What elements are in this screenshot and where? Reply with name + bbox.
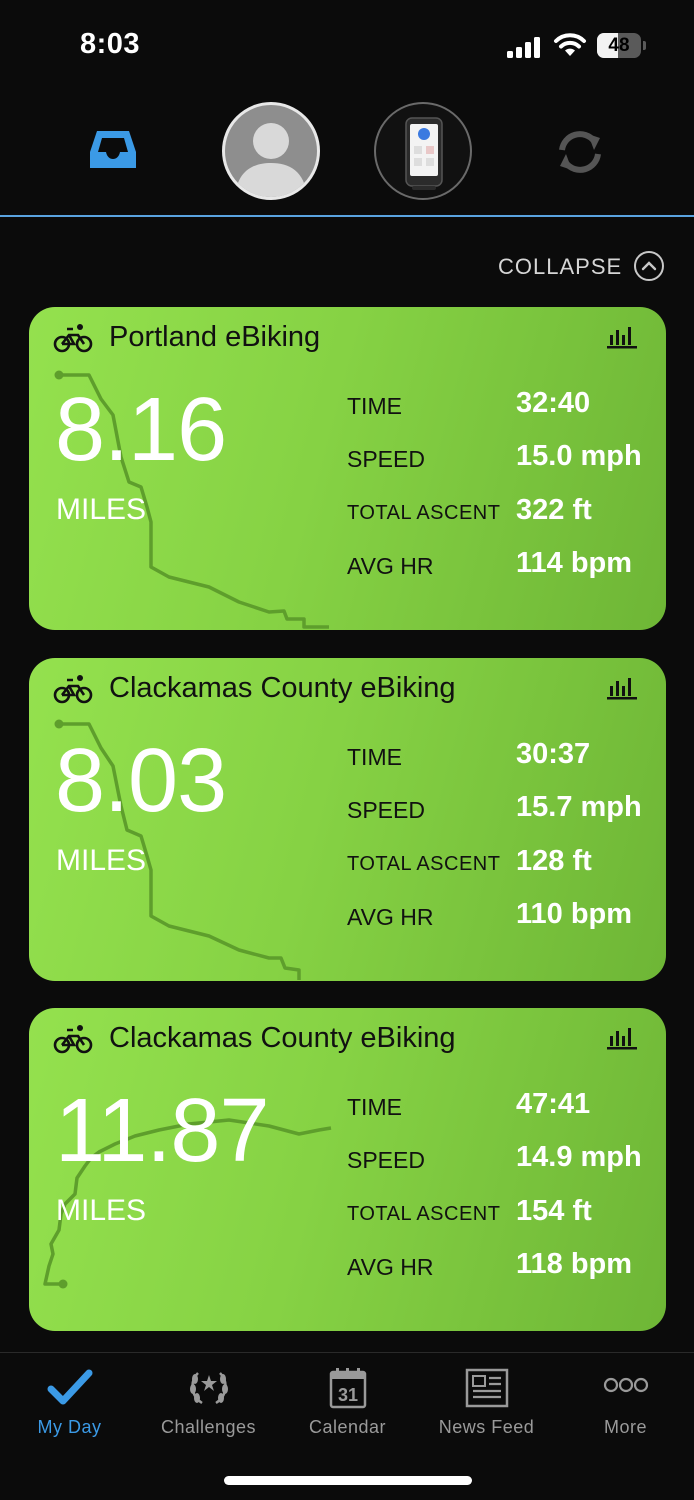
collapse-button[interactable]: COLLAPSE — [498, 250, 664, 284]
distance-unit: MILES — [56, 493, 147, 526]
home-indicator — [224, 1476, 472, 1485]
avg-hr-value: 110 bpm — [516, 898, 633, 930]
total-ascent-label: TOTAL ASCENT — [347, 502, 501, 524]
activity-card[interactable]: Portland eBiking 8.16 MILES TIME 32:40 S… — [29, 307, 666, 630]
checkmark-icon — [47, 1369, 92, 1405]
distance-value: 8.03 — [55, 731, 227, 831]
inbox-icon[interactable] — [88, 128, 138, 172]
bar-chart-icon[interactable] — [607, 1026, 637, 1050]
activity-card[interactable]: Clackamas County eBiking 11.87 MILES TIM… — [29, 1008, 666, 1331]
time-value: 30:37 — [516, 738, 591, 770]
tab-label: News Feed — [438, 1417, 535, 1437]
total-ascent-label: TOTAL ASCENT — [347, 1203, 501, 1225]
total-ascent-value: 322 ft — [516, 494, 592, 526]
bike-computer-icon — [405, 117, 443, 190]
tab-my-day[interactable]: My Day — [0, 1353, 139, 1453]
time-label: TIME — [347, 744, 402, 770]
distance-value: 8.16 — [55, 380, 227, 480]
battery-percent: 48 — [608, 35, 630, 56]
collapse-label: COLLAPSE — [498, 254, 623, 279]
tab-challenges[interactable]: Challenges — [139, 1353, 278, 1453]
bicycle-icon — [53, 1025, 93, 1054]
battery-icon: 48 — [597, 33, 647, 58]
avg-hr-value: 114 bpm — [516, 547, 633, 579]
activity-title: Clackamas County eBiking — [109, 1022, 456, 1054]
speed-value: 15.0 mph — [516, 440, 642, 472]
activity-title: Portland eBiking — [109, 321, 321, 353]
bicycle-icon — [53, 675, 93, 704]
calendar-icon: 31 — [329, 1368, 366, 1409]
status-time: 8:03 — [80, 28, 141, 60]
total-ascent-value: 154 ft — [516, 1195, 592, 1227]
speed-label: SPEED — [347, 1147, 425, 1173]
tab-news-feed[interactable]: News Feed — [417, 1353, 556, 1453]
activity-card[interactable]: Clackamas County eBiking 8.03 MILES TIME… — [29, 658, 666, 981]
speed-value: 14.9 mph — [516, 1141, 642, 1173]
more-dots-icon — [603, 1377, 648, 1393]
device-button[interactable] — [374, 102, 472, 200]
speed-value: 15.7 mph — [516, 791, 642, 823]
avg-hr-label: AVG HR — [347, 553, 434, 579]
distance-value: 11.87 — [55, 1081, 270, 1181]
newspaper-icon — [465, 1368, 508, 1408]
sync-icon[interactable] — [554, 128, 606, 176]
tab-label: My Day — [37, 1417, 102, 1437]
profile-avatar[interactable] — [222, 102, 320, 200]
bar-chart-icon[interactable] — [607, 676, 637, 700]
tab-more[interactable]: More — [556, 1353, 694, 1453]
avg-hr-label: AVG HR — [347, 1254, 434, 1280]
avg-hr-label: AVG HR — [347, 904, 434, 930]
time-value: 47:41 — [516, 1088, 591, 1120]
person-silhouette-icon — [235, 123, 307, 197]
time-label: TIME — [347, 1094, 402, 1120]
tab-label: More — [603, 1417, 647, 1437]
svg-text:31: 31 — [337, 1385, 357, 1405]
chevron-up-icon — [634, 251, 664, 281]
wifi-icon — [554, 33, 586, 56]
tab-label: Calendar — [308, 1417, 387, 1437]
avg-hr-value: 118 bpm — [516, 1248, 633, 1280]
time-label: TIME — [347, 393, 402, 419]
distance-unit: MILES — [56, 1194, 147, 1227]
top-navigation — [0, 98, 694, 216]
speed-label: SPEED — [347, 797, 425, 823]
cellular-signal-icon — [507, 37, 540, 58]
distance-unit: MILES — [56, 844, 147, 877]
bar-chart-icon[interactable] — [607, 325, 637, 349]
speed-label: SPEED — [347, 446, 425, 472]
total-ascent-value: 128 ft — [516, 845, 592, 877]
activity-title: Clackamas County eBiking — [109, 672, 456, 704]
bicycle-icon — [53, 324, 93, 353]
status-bar: 8:03 48 — [0, 0, 694, 92]
tab-label: Challenges — [160, 1417, 257, 1437]
time-value: 32:40 — [516, 387, 591, 419]
tab-calendar[interactable]: 31 Calendar — [278, 1353, 417, 1453]
total-ascent-label: TOTAL ASCENT — [347, 853, 501, 875]
header-divider — [0, 215, 694, 217]
laurel-icon — [189, 1372, 228, 1405]
